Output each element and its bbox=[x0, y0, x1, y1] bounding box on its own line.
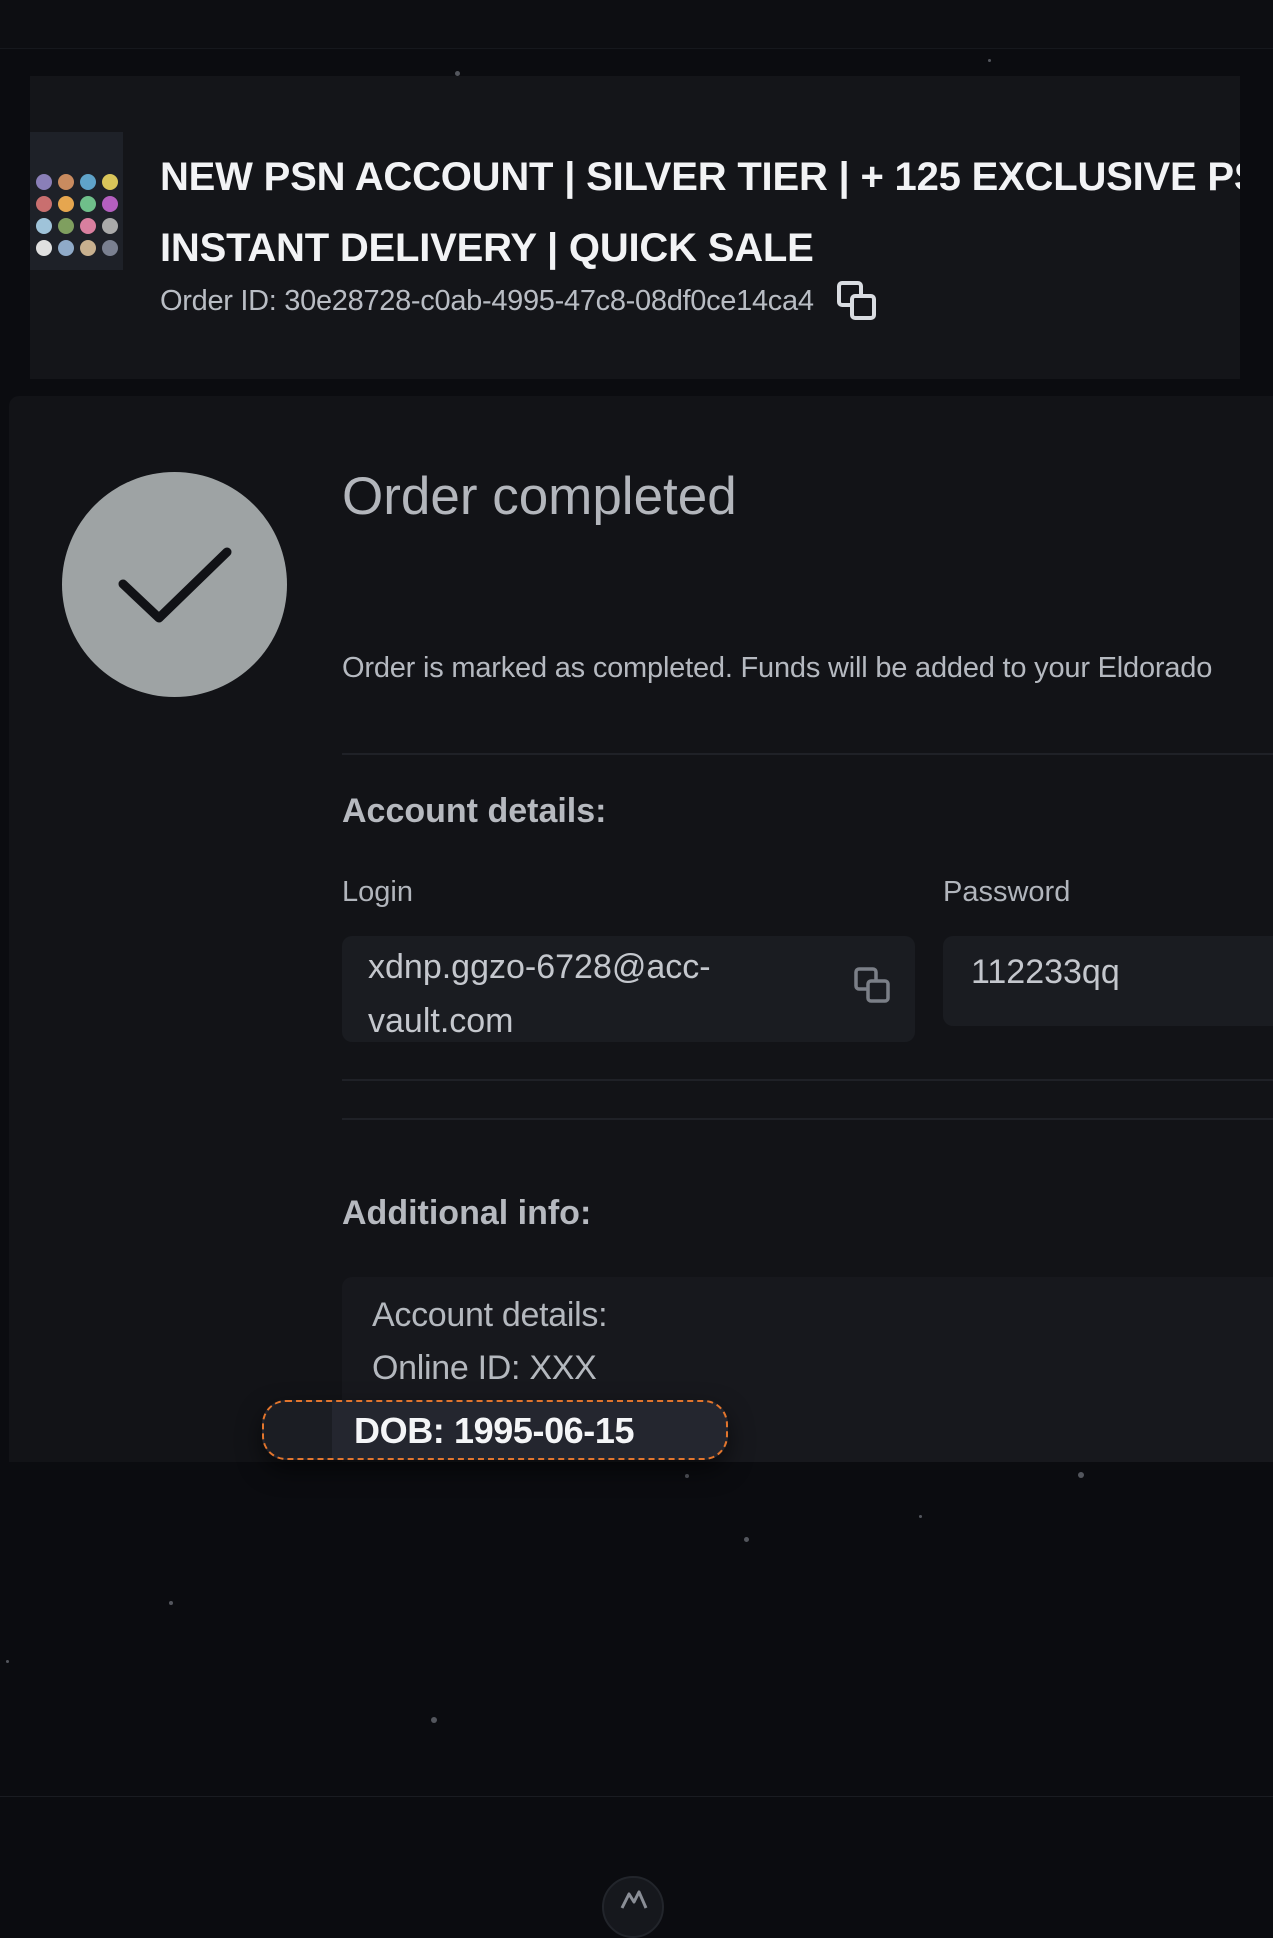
login-value[interactable]: xdnp.ggzo-6728@acc-vault.com bbox=[368, 940, 788, 1048]
top-bar bbox=[0, 0, 1273, 49]
status-description: Order is marked as completed. Funds will… bbox=[342, 652, 1213, 684]
order-id: Order ID: 30e28728-c0ab-4995-47c8-08df0c… bbox=[160, 284, 814, 317]
additional-info-heading: Additional info: bbox=[342, 1194, 592, 1232]
background-star bbox=[169, 1601, 173, 1605]
thumbnail-avatars bbox=[36, 174, 118, 256]
brand-logo-icon[interactable] bbox=[602, 1876, 664, 1938]
footer-divider bbox=[0, 1796, 1273, 1797]
order-completed-badge bbox=[62, 472, 287, 697]
dob-value: DOB: 1995-06-15 bbox=[354, 1410, 635, 1451]
order-id-row: Order ID: 30e28728-c0ab-4995-47c8-08df0c… bbox=[160, 276, 878, 326]
background-star bbox=[744, 1537, 749, 1542]
background-star bbox=[919, 1515, 922, 1518]
order-status-card: Order completed Order is marked as compl… bbox=[9, 396, 1273, 1462]
product-title-line2: INSTANT DELIVERY | QUICK SALE bbox=[160, 226, 814, 270]
background-star bbox=[1078, 1472, 1084, 1478]
status-title: Order completed bbox=[342, 467, 737, 526]
password-field[interactable]: 112233qq bbox=[943, 936, 1273, 1026]
background-star bbox=[431, 1717, 437, 1723]
divider bbox=[342, 1118, 1273, 1120]
background-star bbox=[6, 1660, 9, 1663]
login-label: Login bbox=[342, 876, 413, 908]
account-details-heading: Account details: bbox=[342, 792, 607, 830]
product-header: NEW PSN ACCOUNT | SILVER TIER | + 125 EX… bbox=[30, 76, 1240, 379]
info-line: Online ID: XXX bbox=[372, 1349, 597, 1387]
highlight-strip bbox=[264, 1402, 332, 1458]
product-title-line1: NEW PSN ACCOUNT | SILVER TIER | + 125 EX… bbox=[160, 155, 1240, 199]
dob-highlight[interactable]: DOB: 1995-06-15 bbox=[262, 1400, 728, 1460]
info-line: Account details: bbox=[372, 1296, 608, 1334]
password-value[interactable]: 112233qq bbox=[971, 953, 1120, 992]
checkmark-icon bbox=[118, 547, 231, 622]
background-star bbox=[988, 59, 991, 62]
password-label: Password bbox=[943, 876, 1071, 908]
background-star bbox=[685, 1474, 689, 1478]
divider bbox=[342, 1079, 1273, 1081]
divider bbox=[342, 753, 1273, 755]
copy-login-icon[interactable] bbox=[853, 966, 893, 1006]
product-title: NEW PSN ACCOUNT | SILVER TIER | + 125 EX… bbox=[160, 142, 1240, 284]
copy-icon[interactable] bbox=[836, 280, 878, 322]
login-field[interactable]: xdnp.ggzo-6728@acc-vault.com bbox=[342, 936, 915, 1042]
product-thumbnail[interactable] bbox=[30, 132, 123, 270]
